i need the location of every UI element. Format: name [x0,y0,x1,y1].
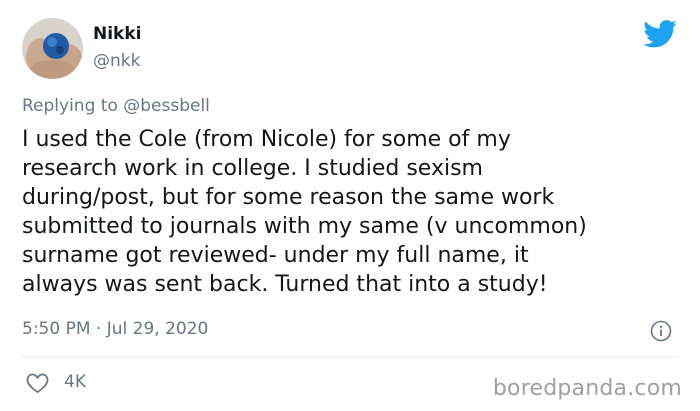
tweet-text-line: during/post, but for some reason the sam… [22,185,555,210]
avatar-image [22,18,83,79]
replying-prefix: Replying to [22,96,118,116]
tweet-text-line: I used the Cole (from Nicole) for some o… [22,127,511,152]
author-handle[interactable]: @nkk [93,51,140,71]
reply-mention-link[interactable]: @bessbell [123,96,210,116]
tweet-text-line: always was sent back. Turned that into a… [22,272,548,297]
tweet-text-line: research work in college. I studied sexi… [22,156,483,181]
twitter-bird-icon[interactable] [643,20,677,48]
replying-to: Replying to @bessbell [22,96,210,116]
info-icon[interactable] [650,320,672,342]
author-name[interactable]: Nikki [93,24,142,44]
divider [22,356,678,357]
heart-icon[interactable] [25,372,50,394]
avatar[interactable] [22,18,83,79]
like-count[interactable]: 4K [64,372,86,392]
tweet-text-line: submitted to journals with my same (v un… [22,214,587,239]
watermark: boredpanda.com [492,376,682,401]
tweet-timestamp[interactable]: 5:50 PM · Jul 29, 2020 [22,319,208,339]
tweet-text-line: surname got reviewed- under my full name… [22,243,529,268]
tweet-text: I used the Cole (from Nicole) for some o… [22,125,682,299]
